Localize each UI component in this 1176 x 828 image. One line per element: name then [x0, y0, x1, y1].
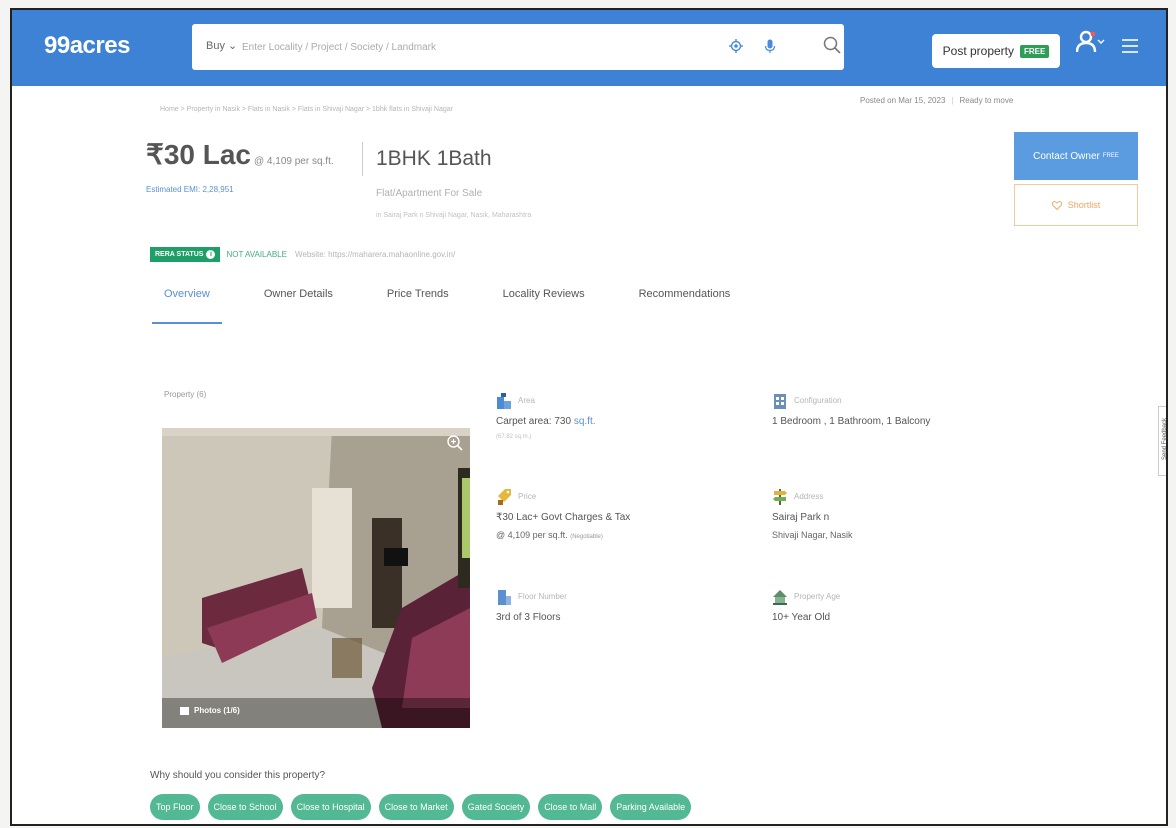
area-unit-dropdown[interactable]: sq.ft.: [574, 416, 596, 427]
search-bar: Buy ⌄: [192, 24, 844, 70]
property-age-value: 10+ Year Old: [772, 612, 831, 623]
top-header: 99acres Buy ⌄ Enter Locality / Project /…: [12, 10, 1166, 86]
tab-owner-details[interactable]: Owner Details: [252, 288, 345, 324]
zoom-icon[interactable]: [446, 434, 464, 452]
property-subtitle: Flat/Apartment For Sale: [376, 188, 483, 199]
price-per-sqft-detail: @ 4,109 per sq.ft. (Negotiable): [496, 530, 603, 540]
emi-link[interactable]: Estimated EMI: 2,28,951: [146, 185, 234, 194]
shortlist-label: Shortlist: [1067, 200, 1101, 210]
posted-date: Posted on Mar 15, 2023: [860, 96, 946, 105]
floor-label: Floor Number: [518, 592, 567, 601]
contact-free-badge: FREE: [1102, 153, 1119, 159]
chip-parking-available[interactable]: Parking Available: [610, 794, 692, 820]
price-value: ₹30 Lac+ Govt Charges & Tax: [496, 512, 631, 523]
possession-status: Ready to move: [959, 96, 1014, 105]
chip-close-to-market[interactable]: Close to Market: [378, 794, 454, 820]
property-age-label: Property Age: [794, 592, 841, 601]
rera-badge-label: RERA STATUS: [155, 251, 204, 258]
chip-gated-society[interactable]: Gated Society: [461, 794, 531, 820]
price-row: ₹30 Lac @ 4,109 per sq.ft.: [146, 138, 334, 171]
price-tag-icon: [498, 489, 511, 505]
chip-close-to-school[interactable]: Close to School: [207, 794, 283, 820]
send-feedback-label: Send Feedback: [1162, 417, 1168, 461]
carpet-area: Carpet area: 730: [496, 416, 572, 427]
divider: [362, 142, 363, 176]
configuration-label: Configuration: [794, 396, 842, 405]
price-per-sqft: @ 4,109 per sq.ft.: [254, 156, 334, 167]
tab-recommendations[interactable]: Recommendations: [627, 288, 743, 324]
rera-row: RERA STATUS i NOT AVAILABLE Website: htt…: [150, 247, 455, 262]
heart-icon: [1051, 200, 1062, 210]
page-frame: 99acres Buy ⌄ Enter Locality / Project /…: [10, 8, 1168, 826]
property-age-icon: [773, 590, 787, 605]
area-sqm-note: (67.82 sq.m.): [496, 434, 532, 440]
buy-label: Buy: [206, 40, 225, 52]
tab-overview[interactable]: Overview: [152, 288, 222, 324]
buy-dropdown[interactable]: Buy ⌄: [206, 39, 237, 52]
price-per-sqft-value: @ 4,109 per sq.ft.: [496, 530, 568, 540]
shortlist-button[interactable]: Shortlist: [1014, 184, 1138, 226]
breadcrumb[interactable]: Home > Property in Nasik > Flats in Nasi…: [160, 106, 453, 113]
post-property-button[interactable]: Post property FREE: [932, 34, 1060, 68]
info-icon: i: [206, 250, 216, 259]
photos-count-button[interactable]: Photos (1/6): [180, 706, 240, 715]
posted-info: Posted on Mar 15, 2023 | Ready to move: [860, 96, 1014, 105]
section-tabs: Overview Owner Details Price Trends Loca…: [152, 288, 772, 324]
contact-owner-label: Contact Owner: [1033, 150, 1100, 162]
post-property-label: Post property: [942, 44, 1015, 58]
building-icon: [774, 394, 786, 409]
free-badge: FREE: [1020, 44, 1050, 58]
search-input[interactable]: [242, 36, 712, 58]
floor-value: 3rd of 3 Floors: [496, 612, 561, 623]
room-photo-image: [162, 428, 470, 728]
address-label: Address: [794, 492, 824, 501]
logo[interactable]: 99acres: [44, 32, 130, 60]
hamburger-menu-icon[interactable]: [1122, 39, 1138, 53]
send-feedback-tab[interactable]: Send Feedback: [1158, 406, 1168, 476]
search-icon[interactable]: [822, 35, 842, 55]
user-account-icon[interactable]: [1076, 30, 1106, 54]
area-icon: [497, 393, 511, 409]
area-value: Carpet area: 730 sq.ft.: [496, 416, 596, 427]
rera-website[interactable]: Website: https://maharera.mahaonline.gov…: [295, 250, 455, 259]
tab-locality-reviews[interactable]: Locality Reviews: [491, 288, 597, 324]
chevron-down-icon: ⌄: [228, 40, 238, 52]
property-address-line: in Sairaj Park n Shivaji Nagar, Nasik, M…: [376, 212, 532, 219]
locate-icon[interactable]: [728, 38, 744, 54]
floor-icon: [498, 590, 511, 605]
price: ₹30 Lac: [146, 139, 251, 170]
negotiable-note: (Negotiable): [570, 534, 603, 540]
highlight-chips: Top Floor Close to School Close to Hospi…: [150, 794, 692, 820]
chip-close-to-hospital[interactable]: Close to Hospital: [290, 794, 371, 820]
property-title: 1BHK 1Bath: [376, 147, 492, 170]
address-line-2: Shivaji Nagar, Nasik: [772, 530, 853, 540]
area-label: Area: [518, 396, 535, 405]
configuration-value: 1 Bedroom , 1 Bathroom, 1 Balcony: [772, 416, 931, 427]
rera-status-badge[interactable]: RERA STATUS i: [150, 247, 221, 262]
mic-icon[interactable]: [762, 38, 778, 54]
rera-status: NOT AVAILABLE: [226, 250, 287, 259]
signpost-icon: [773, 489, 787, 505]
photo-section-label: Property (6): [164, 390, 207, 399]
why-consider-heading: Why should you consider this property?: [150, 770, 326, 781]
property-photo[interactable]: Photos (1/6): [162, 428, 470, 728]
chip-top-floor[interactable]: Top Floor: [150, 794, 200, 820]
contact-owner-button[interactable]: Contact Owner FREE: [1014, 132, 1138, 180]
gallery-icon: [180, 706, 189, 715]
tab-price-trends[interactable]: Price Trends: [375, 288, 461, 324]
chip-close-to-mall[interactable]: Close to Mall: [538, 794, 603, 820]
price-label: Price: [518, 492, 537, 501]
address-line-1: Sairaj Park n: [772, 512, 830, 523]
photos-count-label: Photos (1/6): [194, 706, 240, 715]
